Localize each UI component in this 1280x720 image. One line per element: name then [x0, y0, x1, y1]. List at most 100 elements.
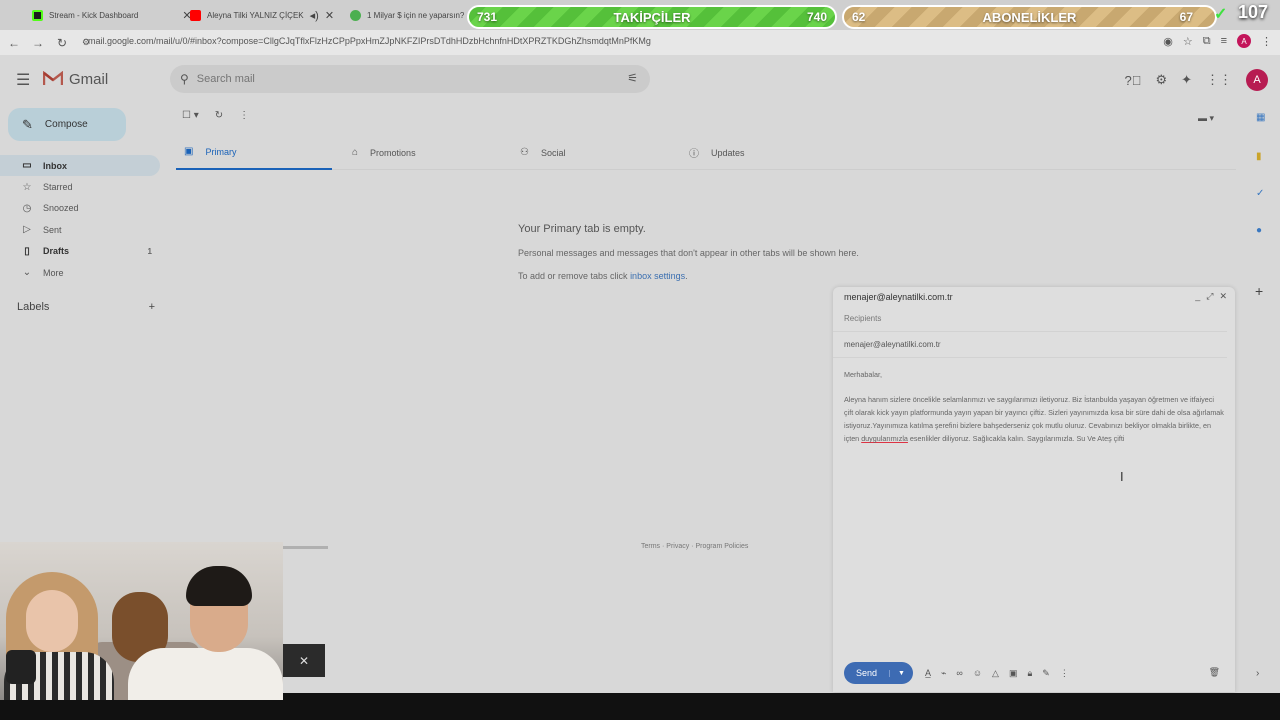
inbox-settings-link[interactable]: inbox settings: [630, 271, 685, 281]
hamburger-menu-icon[interactable]: ☰: [16, 70, 30, 90]
sidebar-item-starred[interactable]: ☆ Starred: [0, 176, 160, 197]
search-bar: ⚲ ⚟: [170, 65, 650, 93]
keyboard-icon[interactable]: ▬ ▾: [1198, 113, 1214, 124]
send-button-group: Send ▼: [844, 662, 913, 684]
contacts-icon[interactable]: ●: [1256, 225, 1262, 236]
chevron-right-icon[interactable]: ›: [1256, 668, 1259, 679]
to-field[interactable]: menajer@aleynatilki.com.tr: [833, 332, 1227, 358]
hint-text: To add or remove tabs click: [518, 271, 631, 281]
link-icon[interactable]: ∞: [956, 668, 962, 679]
people-icon: ⚇: [520, 147, 529, 158]
star-icon: ☆: [22, 181, 32, 193]
gmail-logo-text: Gmail: [69, 71, 109, 88]
message-body[interactable]: Merhabalar, Aleyna hanım sizlere öncelik…: [833, 358, 1235, 467]
close-icon[interactable]: ✕: [1219, 291, 1227, 302]
lock-icon[interactable]: 🔒︎: [1027, 668, 1032, 679]
url-input[interactable]: mail.google.com/mail/u/0/#inbox?compose=…: [88, 36, 651, 46]
reload-icon[interactable]: ↻: [52, 36, 72, 50]
apps-grid-icon[interactable]: ⋮⋮: [1206, 72, 1232, 88]
sidebar-item-label: Sent: [43, 224, 62, 235]
attach-icon[interactable]: ⌁: [941, 668, 946, 679]
tab-title: Aleyna Tilki YALNIZ ÇİÇEK: [207, 10, 304, 20]
compose-window: menajer@aleynatilki.com.tr _ ⤢ ✕ Recipie…: [833, 287, 1235, 692]
info-icon: ⓘ: [689, 149, 699, 160]
profile-avatar[interactable]: A: [1237, 34, 1251, 48]
close-icon[interactable]: ✕: [325, 9, 334, 22]
tab-updates[interactable]: ⓘ Updates: [689, 135, 745, 170]
fullscreen-icon[interactable]: ⤢: [1206, 291, 1213, 302]
labels-header: Labels +: [17, 301, 155, 313]
send-icon: ▷: [23, 224, 31, 236]
close-icon[interactable]: ✕: [299, 654, 309, 668]
inbox-icon: ▭: [22, 160, 32, 172]
compose-header[interactable]: menajer@aleynatilki.com.tr _ ⤢ ✕: [833, 287, 1235, 306]
add-label-icon[interactable]: +: [149, 301, 155, 313]
settings-gear-icon[interactable]: ⚙: [1155, 72, 1167, 88]
tasks-icon[interactable]: ✓: [1256, 188, 1264, 199]
compose-button[interactable]: ✎ Compose: [8, 108, 126, 141]
text-cursor-icon: I: [1120, 469, 1124, 484]
sidebar-item-label: More: [43, 267, 64, 278]
labels-title: Labels: [17, 301, 50, 313]
youtube-icon: [190, 9, 201, 21]
tab-social[interactable]: ⚇ Social: [520, 135, 565, 170]
eye-icon[interactable]: ◉: [1163, 35, 1173, 48]
empty-state-settings-hint: To add or remove tabs click inbox settin…: [518, 271, 688, 281]
browser-tab-third[interactable]: 1 Milyar $ için ne yaparsın?: [350, 3, 464, 27]
tab-title: Stream - Kick Dashboard: [49, 10, 139, 20]
bookmark-star-icon[interactable]: ☆: [1183, 35, 1193, 48]
text-format-icon[interactable]: A̲: [925, 668, 931, 679]
footer-links[interactable]: Terms · Privacy · Program Policies: [641, 543, 748, 550]
tab-primary[interactable]: ▣ Primary: [176, 135, 332, 170]
reading-list-icon[interactable]: ≡: [1221, 35, 1227, 47]
sidebar-item-label: Drafts: [43, 246, 70, 257]
address-bar-actions: ◉ ☆ ⧉ ≡ A ⋮: [1163, 34, 1272, 48]
calendar-icon[interactable]: ▦: [1256, 112, 1265, 123]
sidebar-item-drafts[interactable]: ▯ Drafts 1: [0, 241, 160, 262]
search-options-icon[interactable]: ⚟: [627, 71, 638, 85]
sidebar-item-snoozed[interactable]: ◷ Snoozed: [0, 198, 160, 219]
menu-dots-icon[interactable]: ⋮: [1261, 35, 1272, 48]
gmail-header: ☰ Gmail ⚲ ⚟ ?⃝ ⚙ ✦ ⋮⋮ A: [0, 55, 1280, 103]
gemini-sparkle-icon[interactable]: ✦: [1181, 72, 1192, 88]
trash-icon[interactable]: 🗑︎: [1209, 667, 1220, 678]
empty-state-description: Personal messages and messages that don'…: [518, 248, 859, 258]
back-icon[interactable]: ←: [4, 36, 24, 50]
add-addon-icon[interactable]: +: [1255, 283, 1263, 299]
help-icon[interactable]: ?⃝: [1124, 73, 1141, 88]
forward-icon[interactable]: →: [28, 36, 48, 50]
speaker-icon[interactable]: ◂): [310, 9, 319, 22]
sidebar-item-label: Starred: [43, 182, 73, 193]
more-options-icon[interactable]: ⋮: [239, 110, 249, 121]
more-options-icon[interactable]: ⋮: [1060, 668, 1069, 679]
sidebar-item-inbox[interactable]: ▭ Inbox: [0, 155, 160, 177]
schedule-send-dropdown[interactable]: ▼: [889, 669, 913, 677]
mail-toolbar: ☐ ▾ ↻ ⋮: [182, 110, 249, 121]
followers-goal: 740: [806, 10, 827, 24]
tab-promotions[interactable]: ⌂ Promotions: [352, 135, 416, 170]
refresh-icon[interactable]: ↻: [215, 110, 223, 121]
image-icon[interactable]: ▣: [1009, 668, 1018, 679]
subscribers-current: 62: [852, 10, 866, 24]
browser-tab-kick[interactable]: Stream - Kick Dashboard ✕: [32, 3, 192, 27]
search-icon[interactable]: ⚲: [180, 72, 189, 86]
browser-tab-youtube[interactable]: Aleyna Tilki YALNIZ ÇİÇEK ◂) ✕: [190, 3, 334, 27]
subscribers-label: ABONELİKLER: [982, 9, 1077, 25]
keep-icon[interactable]: ▮: [1256, 151, 1262, 162]
snackbar-close[interactable]: ✕: [283, 644, 325, 677]
sidebar-item-sent[interactable]: ▷ Sent: [0, 219, 160, 240]
recipients-field[interactable]: Recipients: [833, 306, 1227, 332]
extensions-icon[interactable]: ⧉: [1203, 35, 1211, 48]
select-checkbox-icon[interactable]: ☐ ▾: [182, 110, 199, 121]
signature-pen-icon[interactable]: ✎: [1042, 668, 1050, 679]
compose-window-controls: _ ⤢ ✕: [1195, 291, 1227, 302]
sidebar-item-more[interactable]: ⌄ More: [0, 262, 160, 283]
drive-icon[interactable]: △: [992, 668, 999, 679]
emoji-icon[interactable]: ☺: [973, 668, 982, 679]
scroll-indicator: [283, 546, 328, 549]
minimize-icon[interactable]: _: [1195, 291, 1200, 302]
send-button[interactable]: Send: [844, 668, 889, 678]
search-input[interactable]: [196, 73, 577, 85]
pencil-icon: ✎: [22, 116, 33, 132]
clock-icon: ◷: [22, 202, 32, 214]
